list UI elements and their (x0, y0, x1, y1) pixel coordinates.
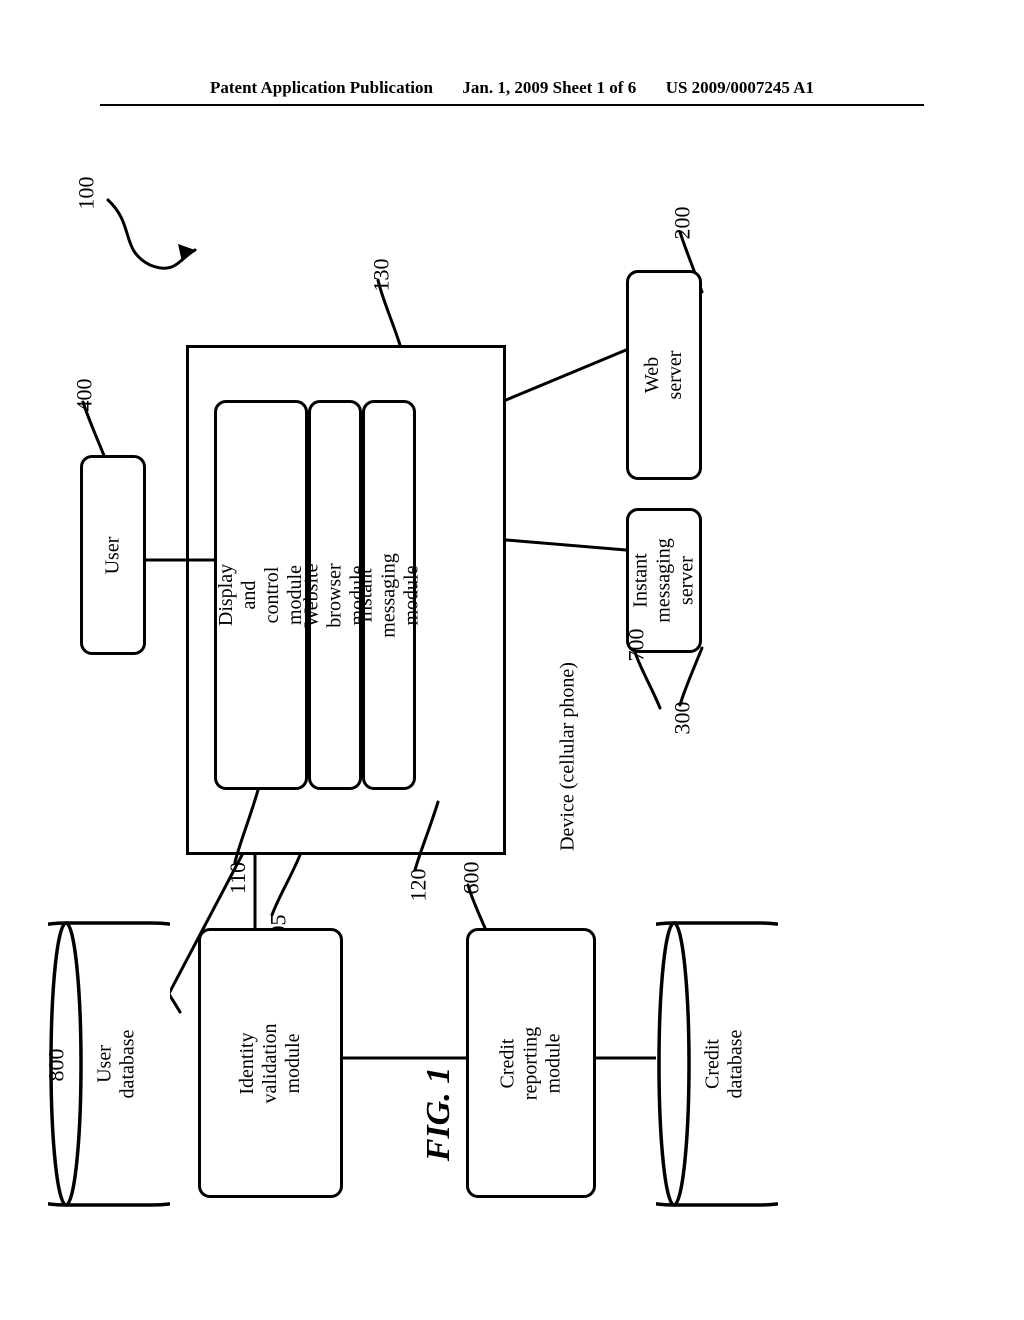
header-right: US 2009/0007245 A1 (666, 78, 814, 98)
header-left: Patent Application Publication (210, 78, 433, 98)
figure-canvas: 100 Device (cellular phone) 105 Display … (0, 140, 1024, 1240)
user-label: User (101, 536, 124, 574)
credit-label: Credit reporting module (497, 1001, 566, 1125)
web-server: Web server (626, 270, 702, 480)
user-box: User (80, 455, 146, 655)
ref-600: 600 (459, 862, 485, 895)
display-control-module: Display and control module (214, 400, 308, 790)
ref-200: 200 (670, 207, 696, 240)
display-control-label: Display and control module (215, 551, 307, 639)
header-mid: Jan. 1, 2009 Sheet 1 of 6 (462, 78, 636, 98)
credit-db: Credit database (656, 920, 778, 1208)
ref-800: 800 (44, 1049, 70, 1082)
credit-db-label: Credit database (581, 1011, 869, 1118)
page-header: Patent Application Publication Jan. 1, 2… (100, 78, 924, 106)
ref-400: 400 (72, 379, 98, 412)
im-module: Instant messaging module (362, 400, 416, 790)
device-label: Device (cellular phone) (557, 657, 580, 857)
ref-130: 130 (369, 259, 395, 292)
ref-120: 120 (406, 869, 432, 902)
user-db-label: User database (0, 1011, 261, 1118)
web-server-label: Web server (641, 340, 687, 410)
credit-module: Credit reporting module (466, 928, 596, 1198)
patent-page: Patent Application Publication Jan. 1, 2… (0, 0, 1024, 1320)
figure-title: FIG. 1 (420, 1067, 458, 1161)
im-server-label: Instant messaging server (630, 538, 699, 622)
im-label: Instant messaging module (355, 553, 424, 637)
ref-110: 110 (225, 862, 251, 894)
ref-300: 300 (670, 702, 696, 735)
ref-100: 100 (74, 177, 100, 210)
ref-700: 700 (624, 629, 650, 662)
